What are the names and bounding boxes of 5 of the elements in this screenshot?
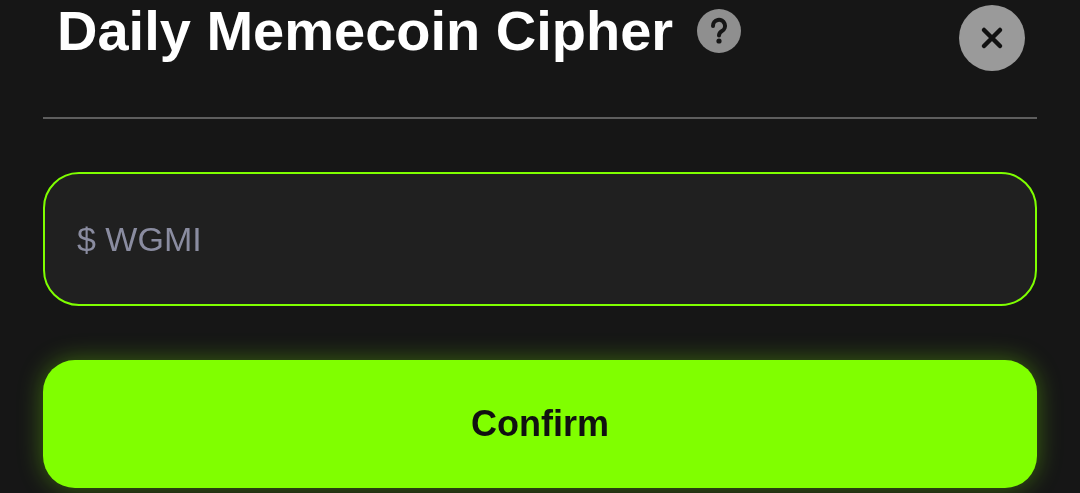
input-field[interactable]: $ WGMI [43,172,1037,306]
dialog-title: Daily Memecoin Cipher [57,0,674,63]
help-icon[interactable] [697,9,742,53]
confirm-button[interactable]: Confirm [43,360,1037,488]
close-icon [980,26,1004,50]
